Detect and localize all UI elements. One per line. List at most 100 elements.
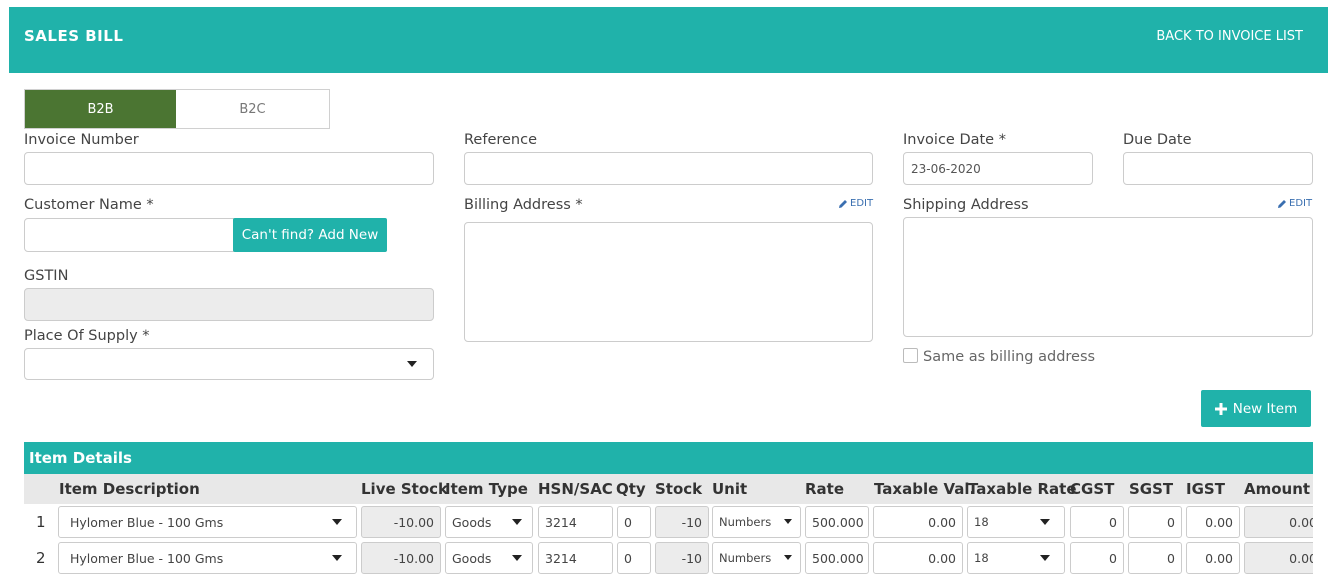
qty-input[interactable]: 0 — [617, 542, 651, 574]
qty-input[interactable]: 0 — [617, 506, 651, 538]
igst-input[interactable]: 0.00 — [1186, 506, 1240, 538]
reference-input[interactable] — [464, 152, 873, 185]
col-stock: Stock — [655, 480, 703, 498]
due-date-input[interactable] — [1123, 152, 1313, 185]
due-date-label: Due Date — [1123, 132, 1192, 148]
live-stock-field: -10.00 — [361, 542, 441, 574]
invoice-date-label: Invoice Date * — [903, 132, 1006, 148]
invoice-type-toggle: B2B B2C — [24, 89, 330, 129]
col-igst: IGST — [1186, 480, 1225, 498]
billing-edit-label: EDIT — [850, 198, 874, 209]
billing-address-textarea[interactable] — [464, 222, 873, 342]
taxable-rate-value: 18 — [974, 515, 989, 529]
table-row: 1 Hylomer Blue - 100 Gms -10.00 Goods 32… — [24, 506, 1313, 542]
chevron-down-icon — [784, 555, 792, 560]
sales-bill-page: SALES BILL BACK TO INVOICE LIST B2B B2C … — [0, 0, 1328, 576]
new-item-button[interactable]: New Item — [1201, 390, 1311, 427]
item-type-value: Goods — [452, 514, 492, 530]
cgst-input[interactable]: 0 — [1070, 506, 1124, 538]
chevron-down-icon — [512, 555, 522, 561]
shipping-edit-link[interactable]: EDIT — [1277, 198, 1312, 209]
pencil-icon — [839, 199, 847, 208]
place-of-supply-select[interactable] — [24, 348, 434, 380]
item-type-select[interactable]: Goods — [445, 542, 533, 574]
customer-name-label: Customer Name * — [24, 197, 154, 213]
billing-edit-link[interactable]: EDIT — [838, 198, 873, 209]
col-item-description: Item Description — [59, 480, 200, 498]
item-description-value: Hylomer Blue - 100 Gms — [70, 550, 224, 566]
item-details-table: Item Description Live Stock Item Type HS… — [24, 474, 1313, 576]
hsn-input[interactable]: 3214 — [538, 506, 613, 538]
new-item-label: New Item — [1232, 400, 1298, 417]
unit-value: Numbers — [719, 551, 772, 565]
chevron-down-icon — [407, 361, 417, 367]
place-of-supply-label: Place Of Supply * — [24, 328, 150, 344]
amount-field: 0.00 — [1244, 506, 1313, 538]
row-number: 1 — [36, 513, 46, 531]
sgst-input[interactable]: 0 — [1128, 542, 1182, 574]
plus-icon — [1214, 402, 1227, 415]
gstin-input[interactable] — [24, 288, 434, 321]
stock-field: -10 — [655, 542, 709, 574]
col-live-stock: Live Stock — [361, 480, 449, 498]
item-details-header: Item Details — [24, 442, 1313, 474]
chevron-down-icon — [332, 555, 342, 561]
row-number: 2 — [36, 549, 46, 567]
invoice-date-input[interactable]: 23-06-2020 — [903, 152, 1093, 185]
page-header: SALES BILL BACK TO INVOICE LIST — [9, 7, 1328, 73]
col-hsn-sac: HSN/SAC — [538, 480, 613, 498]
chevron-down-icon — [1040, 555, 1050, 561]
amount-field: 0.00 — [1244, 542, 1313, 574]
sgst-input[interactable]: 0 — [1128, 506, 1182, 538]
invoice-number-label: Invoice Number — [24, 132, 139, 148]
table-row: 2 Hylomer Blue - 100 Gms -10.00 Goods 32… — [24, 542, 1313, 576]
item-description-value: Hylomer Blue - 100 Gms — [70, 514, 224, 530]
col-amount: Amount — [1244, 480, 1311, 498]
item-description-select[interactable]: Hylomer Blue - 100 Gms — [58, 542, 357, 574]
unit-select[interactable]: Numbers — [712, 506, 801, 538]
taxable-rate-select[interactable]: 18 — [967, 506, 1065, 538]
invoice-number-input[interactable] — [24, 152, 434, 185]
col-cgst: CGST — [1070, 480, 1115, 498]
table-header: Item Description Live Stock Item Type HS… — [24, 474, 1313, 504]
rate-input[interactable]: 500.000 — [805, 506, 869, 538]
customer-name-input[interactable] — [24, 218, 234, 252]
back-to-invoice-list-link[interactable]: BACK TO INVOICE LIST — [1156, 29, 1303, 44]
shipping-edit-label: EDIT — [1289, 198, 1313, 209]
taxable-val-input[interactable]: 0.00 — [873, 506, 963, 538]
shipping-address-textarea[interactable] — [903, 217, 1313, 337]
chevron-down-icon — [1040, 519, 1050, 525]
add-new-customer-button[interactable]: Can't find? Add New — [233, 218, 387, 252]
cgst-input[interactable]: 0 — [1070, 542, 1124, 574]
gstin-label: GSTIN — [24, 268, 69, 284]
unit-select[interactable]: Numbers — [712, 542, 801, 574]
chevron-down-icon — [332, 519, 342, 525]
rate-input[interactable]: 500.000 — [805, 542, 869, 574]
chevron-down-icon — [512, 519, 522, 525]
b2b-tab[interactable]: B2B — [25, 90, 176, 128]
col-taxable-val: Taxable Val. — [874, 480, 976, 498]
col-unit: Unit — [712, 480, 748, 498]
item-type-select[interactable]: Goods — [445, 506, 533, 538]
col-rate: Rate — [805, 480, 845, 498]
col-item-type: Item Type — [445, 480, 528, 498]
chevron-down-icon — [784, 519, 792, 524]
same-as-billing-label: Same as billing address — [923, 349, 1096, 365]
taxable-rate-select[interactable]: 18 — [967, 542, 1065, 574]
hsn-input[interactable]: 3214 — [538, 542, 613, 574]
same-as-billing-checkbox[interactable] — [903, 348, 918, 363]
stock-field: -10 — [655, 506, 709, 538]
billing-address-label: Billing Address * — [464, 197, 583, 213]
item-description-select[interactable]: Hylomer Blue - 100 Gms — [58, 506, 357, 538]
live-stock-field: -10.00 — [361, 506, 441, 538]
page-title: SALES BILL — [24, 27, 124, 45]
col-qty: Qty — [616, 480, 646, 498]
reference-label: Reference — [464, 132, 538, 148]
taxable-rate-value: 18 — [974, 551, 989, 565]
unit-value: Numbers — [719, 515, 772, 529]
pencil-icon — [1278, 199, 1286, 208]
igst-input[interactable]: 0.00 — [1186, 542, 1240, 574]
b2c-tab[interactable]: B2C — [176, 90, 329, 128]
taxable-val-input[interactable]: 0.00 — [873, 542, 963, 574]
item-type-value: Goods — [452, 550, 492, 566]
